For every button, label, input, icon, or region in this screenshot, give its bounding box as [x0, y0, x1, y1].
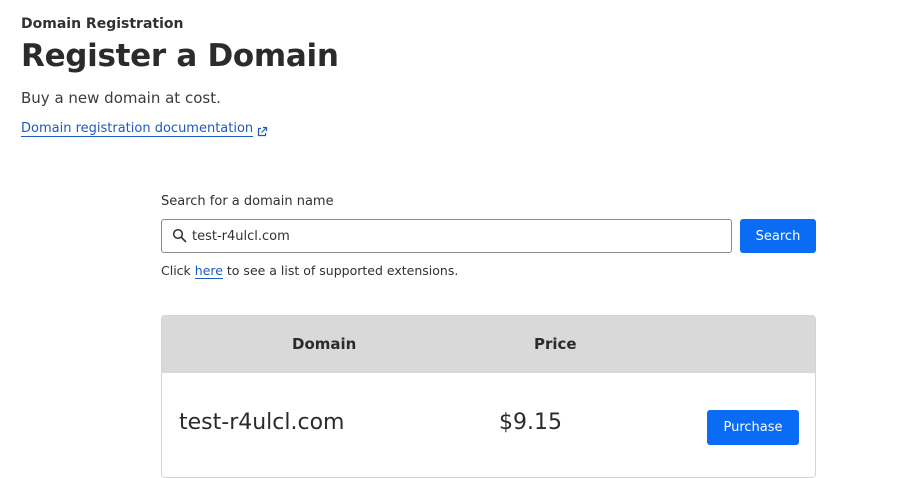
page-title: Register a Domain: [21, 38, 339, 74]
page-subtitle: Buy a new domain at cost.: [21, 89, 221, 107]
purchase-button[interactable]: Purchase: [707, 410, 799, 445]
column-header-domain: Domain: [292, 335, 357, 353]
price-cell: $9.15: [499, 410, 562, 435]
search-icon: [172, 228, 187, 243]
search-button[interactable]: Search: [740, 219, 816, 253]
results-table: Domain Price test-r4ulcl.com $9.15 Purch…: [161, 315, 816, 478]
search-label: Search for a domain name: [161, 194, 334, 209]
documentation-link[interactable]: Domain registration documentation: [21, 121, 254, 137]
hint-prefix: Click: [161, 263, 195, 278]
table-header: Domain Price: [162, 316, 815, 373]
table-row: test-r4ulcl.com $9.15 Purchase: [162, 373, 815, 477]
column-header-price: Price: [534, 335, 577, 353]
domain-cell: test-r4ulcl.com: [179, 410, 345, 435]
search-field[interactable]: [161, 219, 732, 253]
breadcrumb: Domain Registration: [21, 16, 184, 32]
page: Domain Registration Register a Domain Bu…: [0, 0, 919, 478]
extensions-hint: Click here to see a list of supported ex…: [161, 263, 459, 279]
search-input[interactable]: [192, 220, 722, 252]
external-link-icon[interactable]: [256, 123, 268, 137]
hint-suffix: to see a list of supported extensions.: [222, 263, 459, 278]
supported-extensions-link[interactable]: here: [194, 263, 223, 279]
